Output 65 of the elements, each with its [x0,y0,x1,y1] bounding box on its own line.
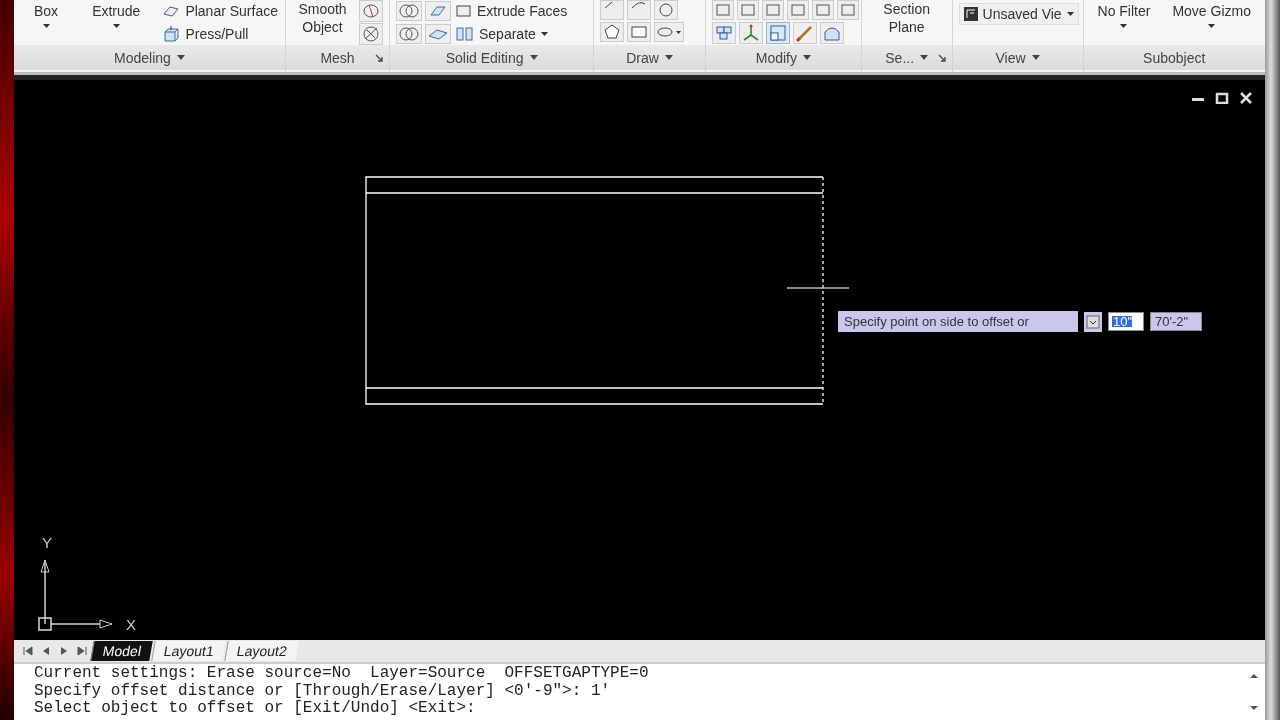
close-icon[interactable] [1239,92,1253,104]
last-tab-icon[interactable] [74,644,90,658]
layout-tab[interactable]: Layout2 [224,641,299,661]
caret-icon [1066,12,1074,16]
caret-icon [1120,24,1128,28]
crosshair-cursor [786,287,850,289]
ribbon-button[interactable]: Planar Surface [160,0,280,21]
ribbon-button[interactable]: Section Plane [875,0,938,36]
tool-icon[interactable] [736,0,759,20]
slab-icon[interactable] [425,23,451,44]
caret-icon [42,24,50,28]
ribbon-button[interactable]: Separate [454,23,550,44]
prompt-text: Specify point on side to offset or [838,311,1078,332]
tool-icon[interactable] [786,0,809,20]
ribbon-button[interactable]: Press/Pull [160,23,280,44]
command-line: Specify offset distance or [Through/Erase/Layer] <0'-9">: 1' [34,682,612,700]
panel-title[interactable]: Modeling [110,49,189,66]
dialog-launcher-icon[interactable] [937,54,946,62]
axes-icon[interactable] [738,22,763,44]
caret-icon [112,24,120,28]
command-line: Current settings: Erase source=No Layer=Source OFFSETGAPTYPE=0 [34,665,650,683]
drawing-canvas[interactable]: Specify point on side to offset or 10" 70'-2" Y X [14,80,1265,640]
layout-tab[interactable]: Layout1 [151,641,226,661]
input-field[interactable]: 70'-2" [1150,312,1202,331]
ucs-axes-drawing: Y X [28,536,138,636]
input-field[interactable]: 10" [1108,312,1144,331]
squares-icon[interactable] [765,22,790,44]
surface-icon [162,3,181,18]
ribbon-button[interactable]: Box [20,0,73,30]
view-dropdown[interactable]: Unsaved Vie [958,3,1079,25]
layout-tab[interactable]: Model [90,641,153,661]
caret-icon [176,55,185,60]
caret-icon [540,31,548,36]
ribbon-button[interactable]: Extrude Faces [454,0,570,21]
caret-icon [802,55,811,60]
scroll-up-icon[interactable] [1249,672,1259,680]
command-line: Select object to offset or [Exit/Undo] <Exit>: [34,700,477,718]
brush-icon[interactable] [792,22,817,44]
arc-icon[interactable] [627,0,652,20]
view-icon [963,7,978,21]
tool-icon[interactable] [811,0,834,20]
tool-icon[interactable] [761,0,784,20]
rectangle-icon[interactable] [627,22,652,42]
restore-icon[interactable] [1215,92,1229,104]
caret-icon [1208,24,1216,28]
tool-icon[interactable] [711,0,734,20]
cubes-icon[interactable] [711,22,736,44]
ribbon-button[interactable]: Extrude [78,0,155,30]
options-icon[interactable] [1084,311,1102,332]
ribbon-button[interactable]: No Filter [1089,0,1159,30]
caret-icon [1031,55,1040,60]
box-icon [162,24,181,43]
ribbon-button[interactable]: Move Gizmo [1164,0,1259,30]
caret-icon [664,55,673,60]
scroll-down-icon[interactable] [1249,704,1259,712]
first-tab-icon[interactable] [20,644,36,658]
caret-icon [920,55,929,60]
dialog-launcher-icon[interactable] [375,54,383,62]
circles-icon[interactable] [396,0,422,21]
columns-icon [456,25,474,42]
tool-icon[interactable] [836,0,859,20]
caret-icon [529,55,538,60]
shape-icon[interactable] [819,22,844,44]
circles-icon[interactable] [396,23,422,44]
ribbon-button[interactable]: Smooth Object [292,0,353,36]
